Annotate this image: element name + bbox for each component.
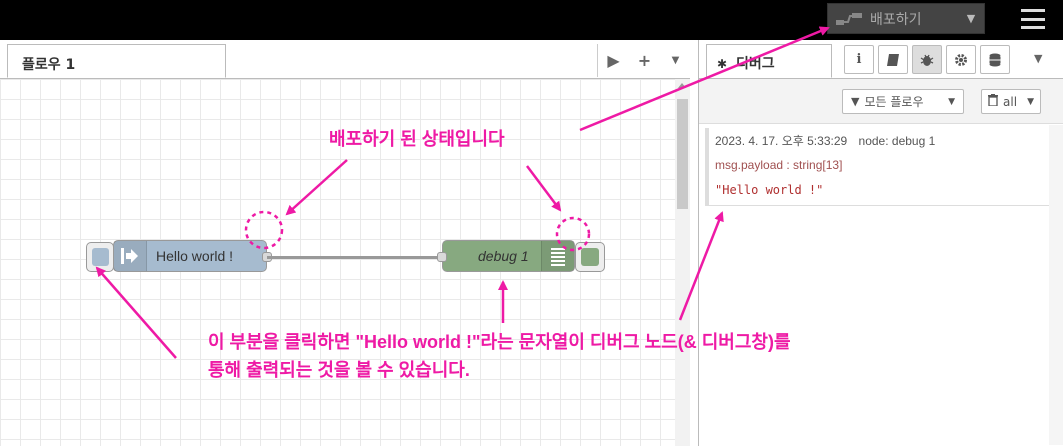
filter-icon: ▼ (851, 95, 860, 108)
book-icon[interactable] (878, 45, 908, 74)
message-payload[interactable]: "Hello world !" (715, 183, 1057, 197)
sidebar-scrollbar[interactable] (1049, 125, 1063, 445)
hamburger-menu-icon[interactable] (1018, 6, 1048, 32)
deploy-label: 배포하기 (870, 11, 922, 28)
deploy-icon (828, 4, 870, 33)
canvas-scrollbar[interactable] (675, 79, 690, 446)
scroll-up-icon[interactable] (678, 83, 686, 88)
workspace-tab-tools: ▶ + ▼ (597, 44, 691, 77)
filter-dropdown[interactable]: ▼ 모든 플로우 ▼ (842, 89, 964, 114)
annotation-line-1: 이 부분을 클릭하면 "Hello world !"라는 문자열이 디버그 노드… (208, 332, 791, 352)
message-path: msg.payload : string[13] (715, 158, 843, 172)
flow-wire[interactable] (267, 256, 443, 259)
tab-debug[interactable]: ✱ 디버그 (706, 44, 832, 78)
debug-list-icon (541, 241, 574, 271)
tab-flow-1[interactable]: 플로우 1 (7, 44, 226, 78)
header-bar: 배포하기 ▼ (0, 0, 1063, 40)
scrollbar-thumb[interactable] (677, 99, 688, 209)
workspace-tabs: 플로우 1 (0, 40, 690, 79)
plus-icon[interactable]: + (629, 51, 660, 70)
annotation-line-2: 통해 출력되는 것을 볼 수 있습니다. (208, 360, 470, 380)
sidebar-tab-icons: i (844, 45, 1010, 74)
clear-label: all (1003, 94, 1018, 109)
sidebar-tabs: ✱ 디버그 i ▼ (699, 40, 1063, 79)
message-timestamp: 2023. 4. 17. 오후 5:33:29 (715, 134, 848, 148)
debug-input-port[interactable] (437, 252, 447, 262)
chevron-down-icon: ▼ (1027, 96, 1034, 107)
deploy-options-icon[interactable]: ▼ (958, 12, 984, 25)
play-icon[interactable]: ▶ (598, 51, 629, 70)
caret-down-icon[interactable]: ▼ (660, 55, 691, 66)
sidebar-menu-caret-icon[interactable]: ▼ (1034, 52, 1042, 65)
inject-node-label: Hello world ! (156, 248, 234, 264)
message-meta: 2023. 4. 17. 오후 5:33:29 node: debug 1 (715, 132, 1057, 149)
trash-icon (988, 94, 998, 109)
debug-toolbar: ▼ 모든 플로우 ▼ all ▼ (699, 79, 1063, 124)
bug-icon[interactable] (912, 45, 942, 74)
chevron-down-icon: ▼ (948, 96, 955, 107)
inject-trigger-button[interactable] (86, 242, 114, 272)
database-icon[interactable] (980, 45, 1010, 74)
clear-messages-button[interactable]: all ▼ (981, 89, 1041, 114)
tab-debug-label: 디버그 (735, 56, 775, 72)
deploy-button[interactable]: 배포하기 ▼ (827, 3, 985, 34)
gear-icon[interactable] (946, 45, 976, 74)
debug-node[interactable]: debug 1 (442, 240, 575, 272)
debug-message[interactable]: 2023. 4. 17. 오후 5:33:29 node: debug 1 ms… (705, 128, 1063, 206)
annotation-explanation: 이 부분을 클릭하면 "Hello world !"라는 문자열이 디버그 노드… (208, 328, 791, 384)
debug-toggle-button[interactable] (575, 242, 605, 272)
filter-label: 모든 플로우 (864, 95, 924, 109)
info-icon[interactable]: i (844, 45, 874, 74)
inject-node[interactable]: Hello world ! (113, 240, 267, 272)
sidebar: ✱ 디버그 i ▼ ▼ 모든 플로우 ▼ all ▼ 2023. 4. 17. … (698, 40, 1063, 446)
debug-node-label: debug 1 (478, 248, 529, 264)
arrow-in-icon (114, 241, 147, 271)
bug-icon: ✱ (717, 57, 728, 71)
annotation-deployed: 배포하기 된 상태입니다 (329, 129, 505, 149)
message-node: node: debug 1 (858, 134, 936, 148)
